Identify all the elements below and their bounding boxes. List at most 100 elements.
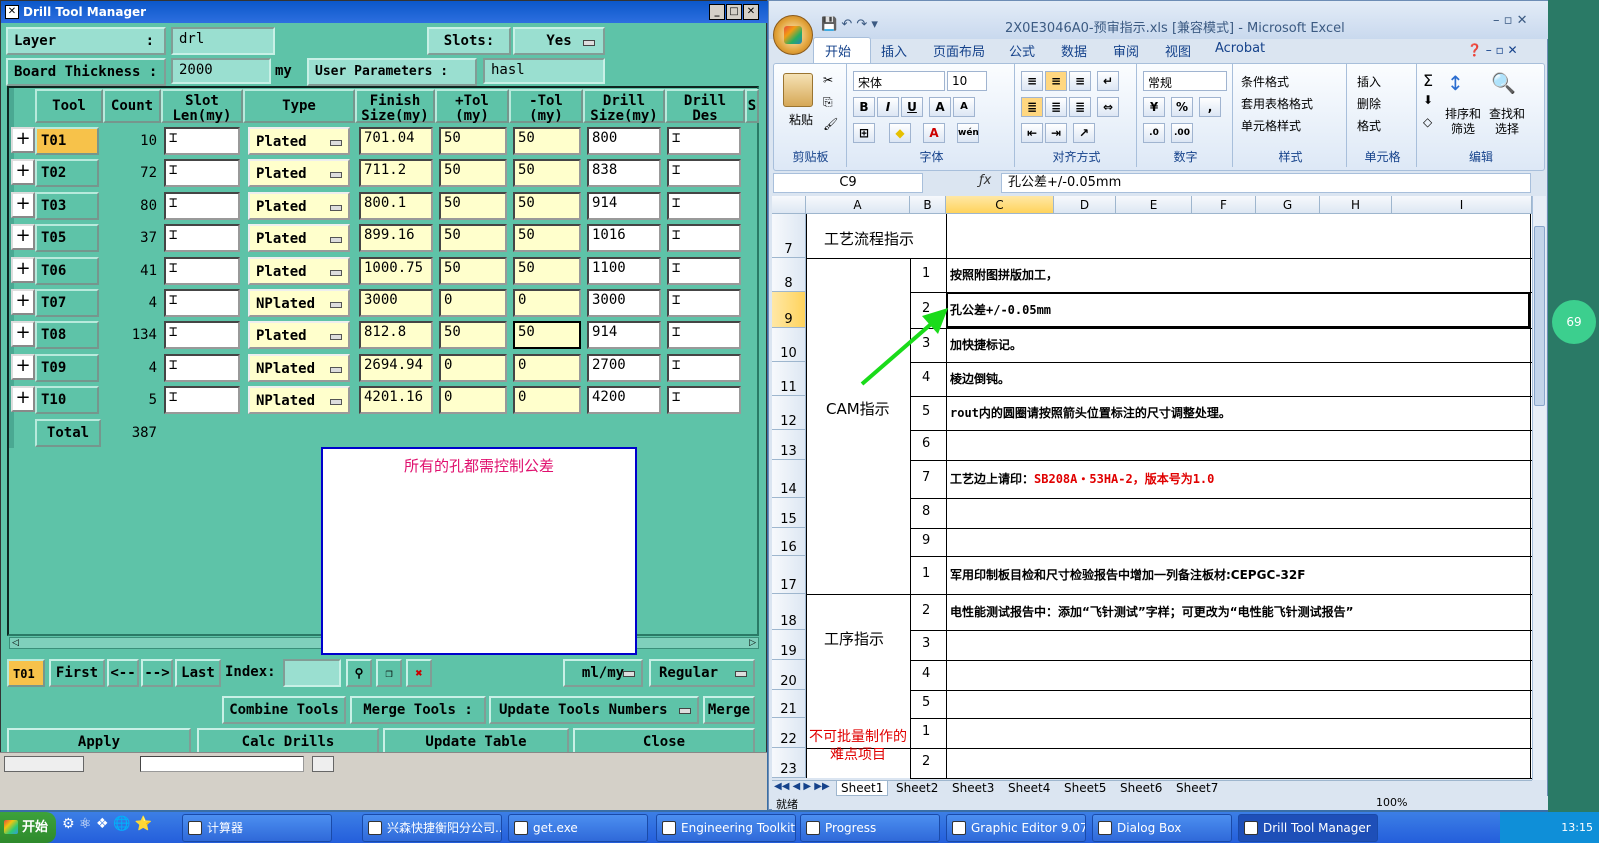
row-header[interactable]: 14 (772, 460, 806, 498)
tab-7[interactable]: Acrobat (1215, 41, 1265, 56)
slot-len-input[interactable]: ⌶ (164, 321, 240, 349)
column-header[interactable]: E (1116, 196, 1192, 214)
column-header[interactable]: C (946, 196, 1054, 214)
taskbar-item[interactable]: get.exe (508, 814, 648, 842)
tab-3[interactable]: 公式 (1009, 41, 1035, 60)
drill-des-input[interactable]: ⌶ (667, 192, 741, 220)
borders-icon[interactable]: ⊞ (853, 123, 875, 143)
tool-id[interactable]: T02 (35, 159, 99, 187)
calc-drills-button[interactable]: Calc Drills (197, 728, 379, 754)
tool-id[interactable]: T09 (35, 354, 99, 382)
close-button[interactable]: Close (573, 728, 755, 754)
slots-select[interactable]: Yes (513, 27, 605, 55)
minus-tol-input[interactable]: 50 (513, 127, 581, 155)
drill-des-input[interactable]: ⌶ (667, 321, 741, 349)
finish-size-input[interactable]: 800.1 (359, 192, 433, 220)
currency-icon[interactable]: ¥ (1143, 97, 1165, 117)
maximize-button[interactable]: □ (726, 4, 742, 20)
row-header[interactable]: 7 (772, 214, 806, 258)
unit-select[interactable]: ml/my (563, 659, 643, 687)
expand-row-icon[interactable]: + (11, 289, 35, 315)
mode-select[interactable]: Regular (649, 659, 755, 687)
font-size-select[interactable]: 10 (947, 71, 987, 91)
slot-len-input[interactable]: ⌶ (164, 289, 240, 317)
format-as-table-button[interactable]: 套用表格格式 (1241, 95, 1313, 112)
drill-size-input[interactable]: 914 (587, 192, 661, 220)
row-header[interactable]: 22 (772, 718, 806, 748)
align-top-icon[interactable]: ≡ (1021, 71, 1043, 91)
type-select[interactable]: Plated (248, 192, 350, 220)
scroll-right-icon[interactable]: ▷ (749, 638, 756, 648)
next-button[interactable]: --> (141, 659, 173, 687)
delete-icon[interactable]: ✖ (406, 659, 432, 687)
align-middle-icon[interactable]: ≡ (1045, 71, 1067, 91)
align-left-icon[interactable]: ≣ (1021, 97, 1043, 117)
column-header[interactable]: B (910, 196, 946, 214)
row-header[interactable]: 15 (772, 498, 806, 528)
increase-decimal-icon[interactable]: .0 (1143, 123, 1165, 143)
row-header[interactable]: 13 (772, 430, 806, 460)
expand-row-icon[interactable]: + (11, 192, 35, 218)
help-icon[interactable]: ❓ – ▫ ✕ (1467, 43, 1518, 57)
finish-size-input[interactable]: 899.16 (359, 224, 433, 252)
row-header[interactable]: 18 (772, 594, 806, 630)
update-tools-numbers-select[interactable]: Update Tools Numbers (489, 696, 699, 724)
minus-tol-input[interactable]: 0 (513, 354, 581, 382)
column-header[interactable]: D (1054, 196, 1116, 214)
expand-row-icon[interactable]: + (11, 386, 35, 412)
expand-row-icon[interactable]: + (11, 321, 35, 347)
finish-size-input[interactable]: 3000 (359, 289, 433, 317)
font-name-select[interactable]: 宋体 (853, 71, 945, 91)
layer-input[interactable]: drl (171, 27, 275, 55)
finish-size-input[interactable]: 711.2 (359, 159, 433, 187)
tool-id[interactable]: T06 (35, 257, 99, 285)
minus-tol-input[interactable]: 50 (513, 224, 581, 252)
expand-row-icon[interactable]: + (11, 127, 35, 153)
type-select[interactable]: Plated (248, 321, 350, 349)
cut-icon[interactable]: ✂ (823, 73, 833, 87)
taskbar-item[interactable]: 计算器 (182, 814, 332, 842)
user-params-input[interactable]: hasl (483, 58, 605, 84)
first-button[interactable]: First (49, 659, 105, 687)
plus-tol-input[interactable]: 0 (439, 289, 507, 317)
percent-icon[interactable]: % (1171, 97, 1193, 117)
find-select-icon[interactable]: 🔍 (1491, 71, 1516, 95)
drill-size-input[interactable]: 914 (587, 321, 661, 349)
row-header[interactable]: 10 (772, 328, 806, 362)
row-header[interactable]: 20 (772, 660, 806, 690)
font-color-icon[interactable]: A (923, 123, 945, 143)
finish-size-input[interactable]: 701.04 (359, 127, 433, 155)
fill-color-icon[interactable]: ◆ (889, 123, 911, 143)
slot-len-input[interactable]: ⌶ (164, 257, 240, 285)
finish-size-input[interactable]: 2694.94 (359, 354, 433, 382)
paste-icon[interactable] (783, 73, 813, 107)
shrink-font-icon[interactable]: A (953, 97, 975, 117)
decrease-decimal-icon[interactable]: .00 (1171, 123, 1193, 143)
minus-tol-input[interactable]: 50 (513, 257, 581, 285)
drill-des-input[interactable]: ⌶ (667, 289, 741, 317)
search-icon[interactable]: ⚲ (346, 659, 372, 687)
quick-access-toolbar[interactable]: 💾 ↶ ↷ ▾ (821, 17, 878, 32)
row-header[interactable]: 9 (772, 292, 806, 328)
board-thickness-input[interactable]: 2000 (171, 58, 271, 84)
expand-row-icon[interactable]: + (11, 159, 35, 185)
cell-styles-button[interactable]: 单元格样式 (1241, 117, 1301, 134)
sheet-tab[interactable]: Sheet2 (892, 781, 942, 795)
copy-icon[interactable]: ⎘ (823, 95, 833, 110)
type-select[interactable]: NPlated (248, 289, 350, 317)
finish-size-input[interactable]: 1000.75 (359, 257, 433, 285)
minus-tol-input[interactable]: 50 (513, 159, 581, 187)
row-header[interactable]: 16 (772, 528, 806, 556)
merge-center-icon[interactable]: ⇔ (1097, 97, 1119, 117)
row-header[interactable]: 8 (772, 258, 806, 292)
start-button[interactable]: 开始 (0, 812, 56, 843)
drill-des-input[interactable]: ⌶ (667, 159, 741, 187)
expand-row-icon[interactable]: + (11, 354, 35, 380)
tool-id[interactable]: T03 (35, 192, 99, 220)
drill-size-input[interactable]: 1016 (587, 224, 661, 252)
apply-button[interactable]: Apply (7, 728, 191, 754)
tool-id[interactable]: T08 (35, 321, 99, 349)
type-select[interactable]: NPlated (248, 354, 350, 382)
tab-0[interactable]: 开始 (825, 41, 851, 60)
increase-indent-icon[interactable]: ⇥ (1045, 123, 1067, 143)
